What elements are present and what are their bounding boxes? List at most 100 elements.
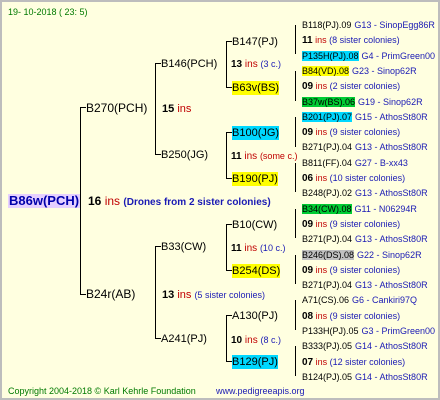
- gen4-row: B84(VD).08 G23 - Sinop62R: [302, 64, 417, 78]
- gen4-row: B333(PJ).05 G14 - AthosSt80R: [302, 339, 428, 353]
- gen4-row: 06 ins (10 sister colonies): [302, 171, 405, 186]
- gen2-queen[interactable]: B146(PCH): [161, 57, 217, 71]
- pedigree-chart: 19- 10-2018 ( 23: 5) Copyright 2004-2018…: [0, 0, 440, 400]
- connector: [295, 346, 296, 376]
- gen2-note: (3 c.): [260, 59, 281, 69]
- connector: [295, 163, 296, 192]
- gen3-queen[interactable]: A130(PJ): [232, 309, 278, 323]
- connector: [80, 107, 81, 295]
- gen4-queen[interactable]: B34(CW).08: [302, 204, 352, 214]
- gen4-code: G14 - AthosSt80R: [355, 372, 428, 382]
- gen4-ins-count: 06: [302, 173, 314, 184]
- gen4-row: A71(CS).06 G6 - Cankiri97Q: [302, 293, 417, 307]
- gen4-note: (9 sister colonies): [329, 219, 401, 229]
- gen3-queen[interactable]: B63v(BS): [232, 81, 280, 95]
- gen4-queen[interactable]: B124(PJ).05: [302, 372, 352, 382]
- gen4-row: B248(PJ).02 G13 - AthosSt80R: [302, 186, 428, 200]
- gen2-queen[interactable]: B33(CW): [161, 240, 206, 254]
- gen4-ins-label: ins: [313, 173, 330, 183]
- connector: [226, 224, 227, 270]
- connector: [295, 209, 296, 238]
- gen4-row: B271(PJ).04 G13 - AthosSt80R: [302, 278, 428, 292]
- gen4-note: (10 sister colonies): [329, 173, 406, 183]
- gen4-code: G27 - B-xx43: [354, 158, 408, 168]
- connector: [295, 71, 296, 101]
- gen4-code: G15 - AthosSt80R: [355, 112, 428, 122]
- gen4-ins-count: 08: [302, 311, 314, 322]
- gen3-queen[interactable]: B10(CW): [232, 218, 277, 232]
- gen3-queen[interactable]: B129(PJ): [232, 355, 278, 369]
- gen4-queen[interactable]: B271(PJ).04: [302, 142, 352, 152]
- gen4-ins-label: ins: [313, 311, 330, 321]
- gen4-queen[interactable]: P133H(PJ).05: [302, 326, 359, 336]
- gen4-ins-count: 11: [302, 35, 313, 46]
- gen4-row: B124(PJ).05 G14 - AthosSt80R: [302, 370, 428, 384]
- gen4-queen[interactable]: P135H(PJ).08: [302, 51, 359, 61]
- gen4-row: B34(CW).08 G11 - N06294R: [302, 202, 417, 216]
- gen4-code: G13 - AthosSt80R: [355, 188, 428, 198]
- gen4-row: 09 ins (2 sister colonies): [302, 79, 400, 94]
- gen4-row: B37w(BS).06 G19 - Sinop62R: [302, 95, 423, 109]
- gen4-row: P135H(PJ).08 G4 - PrimGreen00: [302, 49, 435, 63]
- copyright: Copyright 2004-2018 © Karl Kehrle Founda…: [8, 386, 196, 396]
- gen2-ins-count: 11: [231, 243, 242, 254]
- gen4-code: G19 - Sinop62R: [358, 97, 423, 107]
- gen2-ins-label: ins: [244, 59, 258, 70]
- gen3-queen[interactable]: B100(JG): [232, 126, 280, 140]
- gen4-row: B271(PJ).04 G13 - AthosSt80R: [302, 232, 428, 246]
- gen1-ins-count: 13: [162, 289, 175, 301]
- gen1-queen[interactable]: B270(PCH): [86, 101, 147, 115]
- gen2-queen[interactable]: B250(JG): [161, 148, 208, 162]
- gen3-queen[interactable]: B147(PJ): [232, 35, 278, 49]
- gen4-row: 09 ins (9 sister colonies): [302, 263, 400, 278]
- gen4-queen[interactable]: B84(VD).08: [302, 66, 350, 76]
- connector: [295, 255, 296, 284]
- gen4-row: 08 ins (9 sister colonies): [302, 309, 400, 324]
- gen4-code: G13 - SinopEgg86R: [354, 20, 435, 30]
- gen4-queen[interactable]: B271(PJ).04: [302, 234, 352, 244]
- gen2-note: (10 c.): [259, 243, 286, 253]
- gen2-ins-count: 10: [231, 335, 243, 346]
- gen4-queen[interactable]: B333(PJ).05: [302, 341, 352, 351]
- gen4-row: 09 ins (9 sister colonies): [302, 217, 400, 232]
- gen4-row: 09 ins (9 sister colonies): [302, 125, 400, 140]
- gen4-queen[interactable]: B201(PJ).07: [302, 112, 353, 122]
- gen4-ins-label: ins: [312, 35, 330, 45]
- gen2-ins-count: 13: [231, 59, 243, 70]
- root-queen[interactable]: B86w(PCH): [8, 194, 81, 208]
- gen4-code: G13 - AthosSt80R: [355, 142, 428, 152]
- gen4-queen[interactable]: B37w(BS).06: [302, 97, 356, 107]
- gen4-row: B246(DS).08 G22 - Sinop62R: [302, 248, 422, 262]
- gen2-ins-label: ins: [244, 243, 258, 254]
- gen4-queen[interactable]: A71(CS).06: [302, 295, 349, 305]
- gen4-code: G22 - Sinop62R: [357, 250, 422, 260]
- gen3-queen[interactable]: B190(PJ): [232, 172, 278, 186]
- gen4-code: G13 - AthosSt80R: [355, 234, 428, 244]
- connector: [226, 41, 227, 87]
- gen4-note: (8 sister colonies): [329, 35, 400, 45]
- connector: [295, 117, 296, 147]
- gen4-queen[interactable]: B246(DS).08: [302, 250, 355, 260]
- gen1-note: (5 sister colonies): [194, 290, 265, 300]
- gen4-row: P133H(PJ).05 G3 - PrimGreen00: [302, 324, 435, 338]
- gen1-ins-count: 15: [162, 103, 175, 115]
- gen4-note: (9 sister colonies): [329, 265, 401, 275]
- gen2-note: (8 c.): [260, 335, 281, 345]
- gen4-note: (12 sister colonies): [329, 357, 406, 367]
- gen4-ins-label: ins: [313, 219, 330, 229]
- gen4-queen[interactable]: B811(FF).04: [302, 158, 352, 168]
- gen4-row: B271(PJ).04 G13 - AthosSt80R: [302, 140, 428, 154]
- root-note: (Drones from 2 sister colonies): [123, 197, 271, 208]
- gen4-queen[interactable]: B271(PJ).04: [302, 280, 352, 290]
- gen4-queen[interactable]: B118(PJ).09: [302, 20, 351, 30]
- gen1-ins-label: ins: [177, 289, 192, 301]
- gen4-queen[interactable]: B248(PJ).02: [302, 188, 352, 198]
- gen4-code: G23 - Sinop62R: [352, 66, 417, 76]
- gen4-code: G6 - Cankiri97Q: [352, 295, 418, 305]
- website-link[interactable]: www.pedigreeapis.org: [216, 384, 305, 398]
- gen4-row: B201(PJ).07 G15 - AthosSt80R: [302, 110, 428, 124]
- gen4-ins-label: ins: [313, 357, 330, 367]
- gen3-queen[interactable]: B254(DS): [232, 264, 281, 278]
- gen1-queen[interactable]: B24r(AB): [86, 287, 135, 301]
- gen2-queen[interactable]: A241(PJ): [161, 332, 207, 346]
